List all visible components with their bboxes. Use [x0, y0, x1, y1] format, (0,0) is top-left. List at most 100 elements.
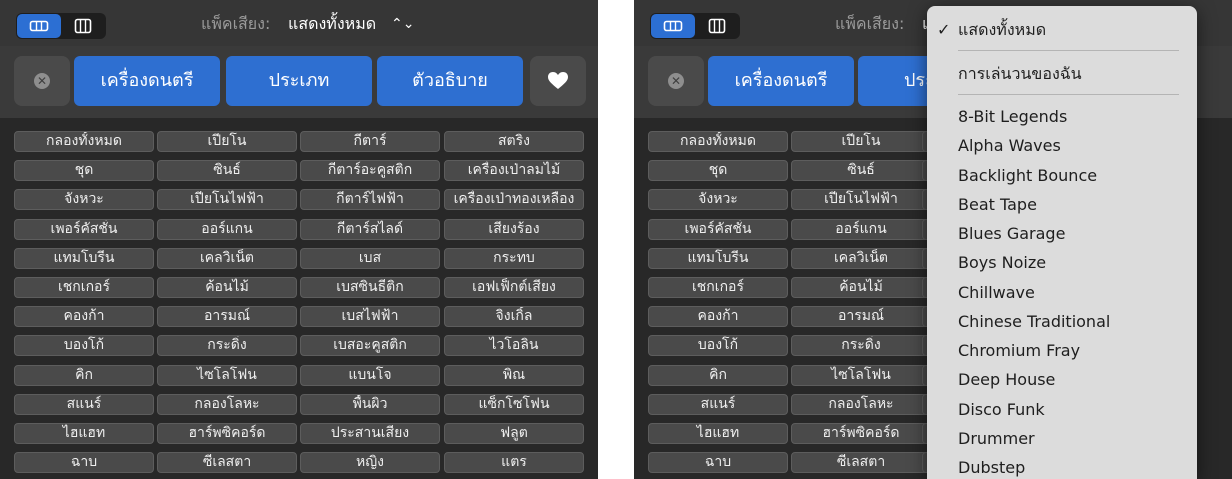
reset-button[interactable]: ✕ [648, 56, 704, 106]
keyword-button[interactable]: เคลวิเน็ต [157, 247, 297, 269]
keyword-button[interactable]: แทมโบรีน [648, 247, 788, 269]
keyword-button[interactable]: กระดิ่ง [791, 335, 931, 357]
keyword-button[interactable]: กีตาร์อะคูสติก [300, 160, 440, 182]
menu-item-sound-pack[interactable]: Chromium Fray [958, 340, 1080, 362]
keyword-button[interactable]: เครื่องเป่าทองเหลือง [444, 189, 584, 211]
keyword-button[interactable]: ออร์แกน [157, 218, 297, 240]
keyword-button[interactable]: ซินธ์ [157, 160, 297, 182]
keyword-button[interactable]: กีตาร์ไฟฟ้า [300, 189, 440, 211]
menu-item-sound-pack[interactable]: Beat Tape [958, 194, 1037, 216]
keyword-button[interactable]: อารมณ์ [157, 306, 297, 328]
updown-chevron-icon[interactable]: ⌃⌄ [391, 12, 414, 36]
menu-item-sound-pack[interactable]: Chinese Traditional [958, 311, 1110, 333]
keyword-button[interactable]: เสียงร้อง [444, 218, 584, 240]
keyword-button[interactable]: ฮาร์พซิคอร์ด [791, 423, 931, 444]
keyword-button[interactable]: เปียโน [791, 131, 931, 152]
keyword-button[interactable]: เชกเกอร์ [648, 277, 788, 298]
keyword-button[interactable]: แทมโบรีน [14, 247, 154, 269]
keyword-button[interactable]: สแนร์ [14, 393, 154, 415]
instruments-filter-button[interactable]: เครื่องดนตรี [708, 56, 854, 106]
keyword-button[interactable]: เบสอะคูสติก [300, 335, 440, 357]
keyword-button[interactable]: กลองทั้งหมด [648, 131, 788, 152]
keyword-button[interactable]: จังหวะ [14, 189, 154, 211]
keyword-button[interactable]: เปียโนไฟฟ้า [157, 189, 297, 211]
keyword-button[interactable]: พิณ [444, 364, 584, 386]
keyword-button[interactable]: พื้นผิว [300, 393, 440, 415]
column-view-button[interactable] [695, 14, 739, 38]
button-view-button[interactable] [17, 14, 61, 38]
keyword-button[interactable]: ไฮแฮท [14, 423, 154, 444]
column-view-button[interactable] [61, 14, 105, 38]
menu-item-sound-pack[interactable]: Deep House [958, 369, 1055, 391]
keyword-button[interactable]: ไวโอลิน [444, 335, 584, 357]
keyword-button[interactable]: คิก [14, 364, 154, 386]
keyword-button[interactable]: เปียโน [157, 131, 297, 152]
keyword-button[interactable]: เอฟเฟ็กต์เสียง [444, 277, 584, 298]
keyword-button[interactable]: หญิง [300, 452, 440, 474]
keyword-button[interactable]: สแนร์ [648, 393, 788, 415]
keyword-button[interactable]: เพอร์คัสชั่น [648, 218, 788, 240]
keyword-button[interactable]: กระทบ [444, 247, 584, 269]
descriptors-filter-button[interactable]: ตัวอธิบาย [377, 56, 523, 106]
keyword-button[interactable]: ฉาบ [648, 452, 788, 474]
keyword-button[interactable]: ค้อนไม้ [791, 277, 931, 298]
keyword-button[interactable]: ชุด [14, 160, 154, 182]
keyword-button[interactable]: อารมณ์ [791, 306, 931, 328]
keyword-button[interactable]: ซินธ์ [791, 160, 931, 182]
keyword-button[interactable]: เบสซินธีติก [300, 277, 440, 298]
keyword-button[interactable]: ออร์แกน [791, 218, 931, 240]
keyword-button[interactable]: จังหวะ [648, 189, 788, 211]
keyword-button[interactable]: ประสานเสียง [300, 423, 440, 444]
menu-item-sound-pack[interactable]: Blues Garage [958, 223, 1065, 245]
keyword-button[interactable]: กลองทั้งหมด [14, 131, 154, 152]
favorites-button[interactable] [530, 56, 586, 106]
keyword-button[interactable]: สตริง [444, 131, 584, 152]
keyword-button[interactable]: เบสไฟฟ้า [300, 306, 440, 328]
keyword-button[interactable]: เครื่องเป่าลมไม้ [444, 160, 584, 182]
menu-item-sound-pack[interactable]: Drummer [958, 428, 1035, 450]
keyword-button[interactable]: กลองโลหะ [791, 393, 931, 415]
keyword-button[interactable]: ไซโลโฟน [791, 364, 931, 386]
menu-item-sound-pack[interactable]: Disco Funk [958, 399, 1045, 421]
keyword-button[interactable]: กีตาร์สไลด์ [300, 218, 440, 240]
button-view-button[interactable] [651, 14, 695, 38]
keyword-button[interactable]: เคลวิเน็ต [791, 247, 931, 269]
keyword-button[interactable]: ฉาบ [14, 452, 154, 474]
menu-item-show-all[interactable]: แสดงทั้งหมด [958, 19, 1046, 41]
genre-filter-button[interactable]: ประเภท [226, 56, 372, 106]
keyword-button[interactable]: คิก [648, 364, 788, 386]
keyword-button[interactable]: เพอร์คัสชั่น [14, 218, 154, 240]
menu-item-sound-pack[interactable]: Alpha Waves [958, 135, 1061, 157]
keyword-button[interactable]: ซีเลสตา [791, 452, 931, 474]
keyword-button[interactable]: ซีเลสตา [157, 452, 297, 474]
keyword-button[interactable]: ฟลูต [444, 423, 584, 444]
keyword-button[interactable]: แซ็กโซโฟน [444, 393, 584, 415]
keyword-button[interactable]: กระดิ่ง [157, 335, 297, 357]
keyword-button[interactable]: ชุด [648, 160, 788, 182]
menu-item-sound-pack[interactable]: Dubstep [958, 457, 1025, 479]
menu-item-sound-pack[interactable]: Chillwave [958, 282, 1035, 304]
instruments-filter-button[interactable]: เครื่องดนตรี [74, 56, 220, 106]
keyword-button[interactable]: เบส [300, 247, 440, 269]
keyword-button[interactable]: บองโก้ [648, 335, 788, 357]
keyword-button[interactable]: บองโก้ [14, 335, 154, 357]
menu-item-sound-pack[interactable]: Backlight Bounce [958, 165, 1097, 187]
keyword-button[interactable]: แบนโจ [300, 364, 440, 386]
keyword-button[interactable]: คองก้า [648, 306, 788, 328]
keyword-button[interactable]: คองก้า [14, 306, 154, 328]
keyword-button[interactable]: ฮาร์พซิคอร์ด [157, 423, 297, 444]
keyword-button[interactable]: ไซโลโฟน [157, 364, 297, 386]
keyword-button[interactable]: กลองโลหะ [157, 393, 297, 415]
menu-item-my-loops[interactable]: การเล่นวนของฉัน [958, 63, 1082, 85]
menu-item-sound-pack[interactable]: 8-Bit Legends [958, 106, 1067, 128]
keyword-button[interactable]: เปียโนไฟฟ้า [791, 189, 931, 211]
menu-item-sound-pack[interactable]: Boys Noize [958, 252, 1046, 274]
reset-button[interactable]: ✕ [14, 56, 70, 106]
keyword-button[interactable]: เชกเกอร์ [14, 277, 154, 298]
keyword-button[interactable]: จิงเกิ้ล [444, 306, 584, 328]
keyword-button[interactable]: ค้อนไม้ [157, 277, 297, 298]
keyword-button[interactable]: กีตาร์ [300, 131, 440, 152]
keyword-button[interactable]: ไฮแฮท [648, 423, 788, 444]
sound-pack-selector[interactable]: แสดงทั้งหมด [288, 12, 376, 36]
keyword-button[interactable]: แตร [444, 452, 584, 474]
